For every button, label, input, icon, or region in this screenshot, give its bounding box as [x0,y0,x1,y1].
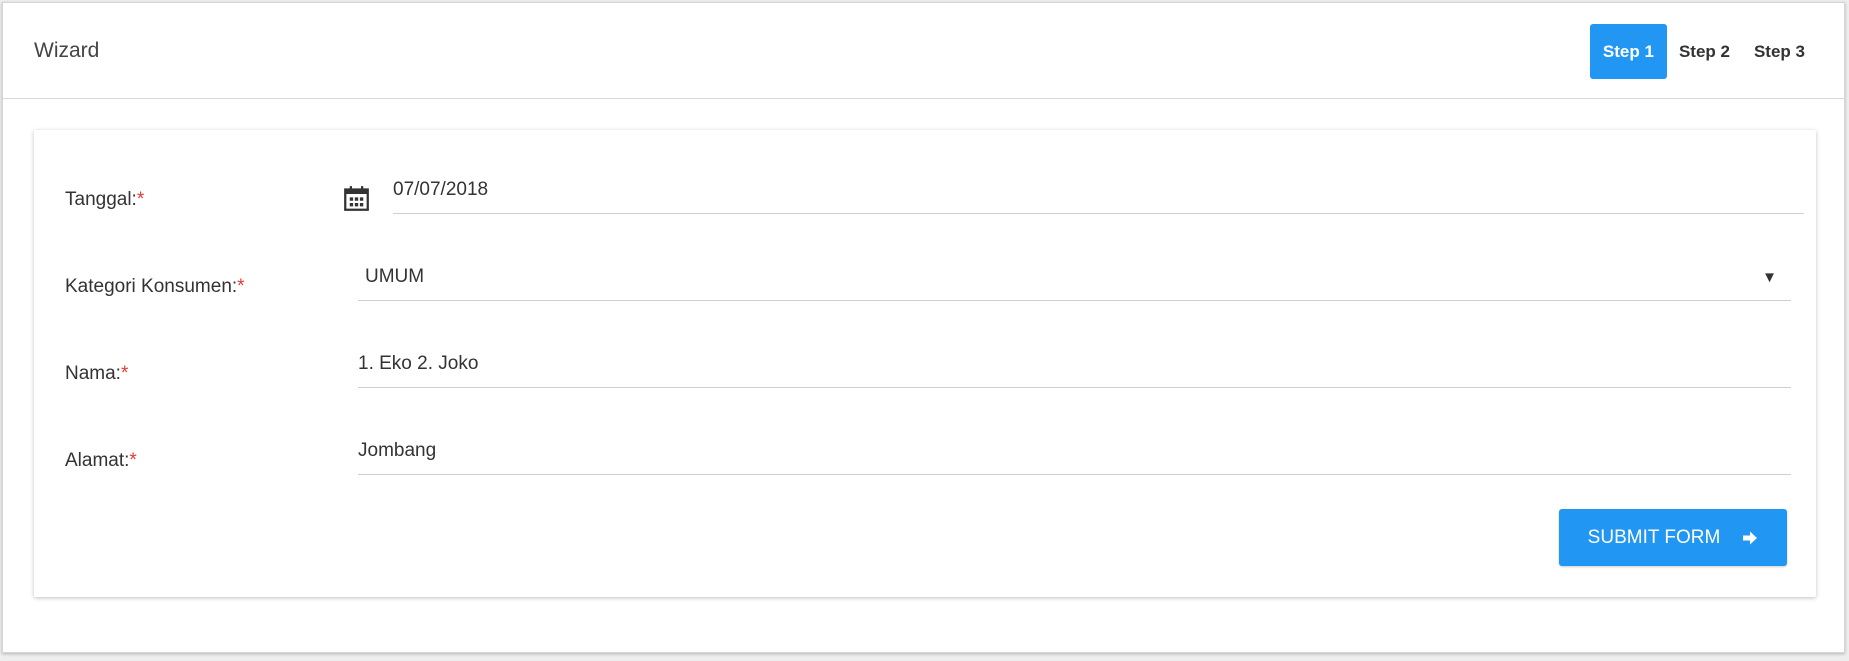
required-marker: * [136,189,145,210]
kategori-label-text: Kategori Konsumen: [65,276,238,297]
submit-form-button[interactable]: SUBMIT FORM [1559,509,1787,566]
wizard-header: Wizard Step 1 Step 2 Step 3 [3,3,1844,99]
wizard-steps: Step 1 Step 2 Step 3 [1589,24,1817,79]
alamat-label: Alamat:* [65,450,137,472]
nama-label: Nama:* [65,363,128,385]
alamat-label-text: Alamat: [65,450,130,471]
required-marker: * [120,363,129,384]
wizard-title: Wizard [34,39,100,62]
submit-form-label: SUBMIT FORM [1587,526,1721,548]
step-1-tab[interactable]: Step 1 [1589,24,1667,79]
calendar-icon[interactable] [343,185,370,212]
kategori-selected-value: UMUM [365,265,425,287]
tanggal-row: Tanggal:* 07/07/2018 [34,165,1816,225]
step-3-tab[interactable]: Step 3 [1742,24,1817,79]
tanggal-label-text: Tanggal: [65,189,137,210]
tanggal-input[interactable]: 07/07/2018 [393,166,1804,214]
required-marker: * [129,450,137,471]
alamat-row: Alamat:* Jombang [34,426,1816,486]
tanggal-label: Tanggal:* [65,189,144,211]
required-marker: * [237,276,245,297]
step-2-tab[interactable]: Step 2 [1667,24,1742,79]
dropdown-arrow-icon[interactable]: ▼ [1762,269,1777,286]
nama-input[interactable]: 1. Eko 2. Joko [358,340,1791,388]
form-card: Tanggal:* 07/07/2018 Kategori Konsumen:* [34,130,1816,597]
arrow-right-icon [1743,531,1758,544]
kategori-row: Kategori Konsumen:* UMUM ▼ [34,252,1816,312]
kategori-label: Kategori Konsumen:* [65,276,245,298]
nama-label-text: Nama: [65,363,121,384]
wizard-panel: Wizard Step 1 Step 2 Step 3 Tanggal:* 07… [2,2,1845,653]
nama-row: Nama:* 1. Eko 2. Joko [34,339,1816,399]
alamat-input[interactable]: Jombang [358,427,1791,475]
kategori-select[interactable]: UMUM ▼ [358,253,1791,301]
